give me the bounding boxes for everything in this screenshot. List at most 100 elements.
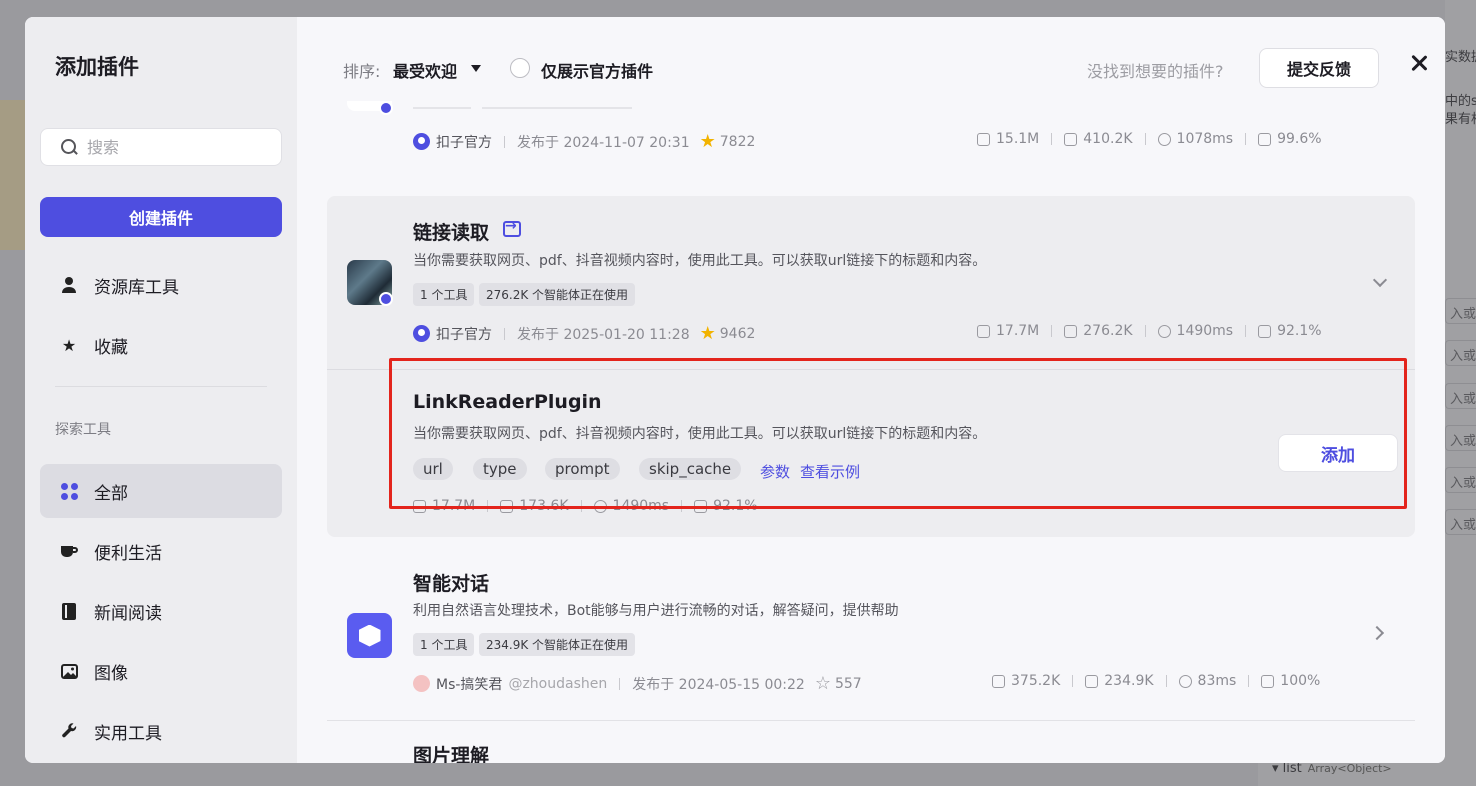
star-outline-icon[interactable]: ☆	[815, 673, 831, 694]
background-field-name: list	[1282, 761, 1302, 776]
caret-down-icon[interactable]	[471, 65, 481, 72]
plugin-stats: 375.2K 234.9K 83ms 100%	[992, 673, 1320, 689]
background-text: 实数据	[1445, 50, 1476, 65]
cube-icon	[358, 624, 381, 647]
plugin-tag: 1 个工具	[413, 283, 475, 306]
plugin-published: 发布于 2024-05-15 00:22	[632, 676, 805, 693]
stat-bots: 173.6K	[519, 498, 569, 514]
success-rate-icon	[1261, 674, 1275, 688]
sidebar-item-news-reading[interactable]: 新闻阅读	[40, 584, 282, 638]
clock-icon	[1157, 324, 1171, 338]
book-icon	[60, 602, 78, 620]
plugin-card[interactable]: 智能对话 利用自然语言处理技术，Bot能够与用户进行流畅的对话，解答疑问，提供帮…	[327, 553, 1415, 703]
sort-label: 排序:	[343, 62, 381, 81]
plugin-meta: Ms-搞笑君 @zhoudashen 发布于 2024-05-15 00:22 …	[413, 673, 862, 694]
sidebar-item-label: 实用工具	[94, 723, 162, 744]
sidebar-divider	[55, 386, 267, 387]
search-box[interactable]	[40, 128, 282, 166]
cube-icon	[977, 132, 990, 146]
plugin-stars: 557	[834, 675, 862, 692]
official-only-radio[interactable]	[510, 58, 530, 78]
modal-sidebar: 添加插件 创建插件 资源库工具 ★ 收藏 探索工具 全部 便利生活	[25, 17, 297, 763]
close-icon[interactable]	[1409, 53, 1429, 73]
sidebar-item-library-tools[interactable]: 资源库工具	[40, 258, 282, 312]
stat-calls: 15.1M	[996, 131, 1040, 147]
background-right-panel: 实数据 中的se 果有相 入或 入或 入或 入或 入或 入或	[1445, 0, 1476, 786]
stat-success: 100%	[1280, 673, 1321, 689]
success-rate-icon	[1258, 324, 1272, 338]
plugin-stars: 9462	[719, 325, 756, 342]
stat-success: 92.1%	[1277, 323, 1322, 339]
add-plugin-modal: 添加插件 创建插件 资源库工具 ★ 收藏 探索工具 全部 便利生活	[25, 17, 1445, 763]
stat-calls: 17.7M	[432, 498, 476, 514]
view-example-link[interactable]: 查看示例	[800, 461, 860, 482]
sidebar-item-utilities[interactable]: 实用工具	[40, 704, 282, 758]
not-found-text: 没找到想要的插件?	[1087, 62, 1224, 81]
sidebar-item-image[interactable]: 图像	[40, 644, 282, 698]
background-field-type: Array<Object>	[1307, 762, 1392, 775]
cube-icon	[413, 499, 426, 513]
create-plugin-button[interactable]: 创建插件	[40, 197, 282, 237]
star-icon: ★	[699, 131, 716, 152]
stat-calls: 375.2K	[1011, 673, 1061, 689]
sort-dropdown[interactable]: 最受欢迎	[393, 58, 457, 82]
official-badge-icon	[379, 101, 393, 115]
official-only-label[interactable]: 仅展示官方插件	[541, 58, 653, 82]
tag-edge	[413, 107, 471, 109]
add-tool-button[interactable]: 添加	[1278, 434, 1398, 472]
cup-icon	[60, 542, 78, 560]
plugin-avatar	[347, 613, 392, 658]
stat-latency: 83ms	[1197, 673, 1237, 689]
plugin-title[interactable]: 链接读取	[413, 218, 489, 245]
plugin-tag: 276.2K 个智能体正在使用	[479, 283, 636, 306]
plugin-card-expanded[interactable]: 链接读取 当你需要获取网页、pdf、抖音视频内容时，使用此工具。可以获取url链…	[327, 196, 1415, 537]
tag-edge	[482, 107, 632, 109]
bot-icon	[1064, 132, 1078, 146]
stat-bots: 276.2K	[1083, 323, 1133, 339]
sidebar-item-label: 新闻阅读	[94, 603, 162, 624]
tool-name: LinkReaderPlugin	[413, 391, 602, 413]
plugin-stats: 17.7M 276.2K 1490ms 92.1%	[977, 323, 1322, 339]
wrench-icon	[60, 722, 78, 740]
cube-icon	[977, 324, 990, 338]
params-link[interactable]: 参数	[760, 461, 790, 482]
sidebar-item-label: 图像	[94, 663, 128, 684]
sidebar-item-favorites[interactable]: ★ 收藏	[40, 318, 282, 372]
stat-success: 99.6%	[1277, 131, 1322, 147]
plugin-card[interactable]: 扣子官方 发布于 2024-11-07 20:31 ★ 7822 15.1M 4…	[327, 101, 1415, 179]
background-input: 入或	[1445, 425, 1476, 451]
tool-param: url	[413, 458, 453, 480]
submit-feedback-button[interactable]: 提交反馈	[1259, 48, 1379, 88]
plugin-title[interactable]: 智能对话	[413, 569, 489, 596]
stat-latency: 1078ms	[1176, 131, 1234, 147]
sidebar-item-all[interactable]: 全部	[40, 464, 282, 518]
search-input[interactable]	[87, 137, 257, 157]
sidebar-item-lifestyle[interactable]: 便利生活	[40, 524, 282, 578]
plugin-published: 发布于 2024-11-07 20:31	[517, 134, 690, 151]
list-divider	[327, 720, 1415, 721]
clock-icon	[1178, 674, 1192, 688]
plugin-meta: 扣子官方 发布于 2025-01-20 11:28 ★ 9462	[413, 323, 755, 344]
tool-param: prompt	[545, 458, 620, 480]
success-rate-icon	[694, 499, 708, 513]
tool-param: skip_cache	[639, 458, 742, 480]
plugin-tag: 234.9K 个智能体正在使用	[479, 633, 636, 656]
plugin-list[interactable]: 扣子官方 发布于 2024-11-07 20:31 ★ 7822 15.1M 4…	[297, 101, 1445, 763]
collapse-chevron-icon[interactable]	[1372, 272, 1388, 288]
stat-bots: 410.2K	[1083, 131, 1133, 147]
plugin-card[interactable]: 图片理解	[327, 729, 1415, 763]
plugin-title[interactable]: 图片理解	[413, 741, 489, 763]
image-icon	[60, 662, 78, 680]
plugin-description: 当你需要获取网页、pdf、抖音视频内容时，使用此工具。可以获取url链接下的标题…	[413, 253, 987, 269]
clock-icon	[593, 499, 607, 513]
card-divider	[327, 369, 1415, 370]
stat-bots: 234.9K	[1104, 673, 1154, 689]
plugin-org: 扣子官方	[436, 134, 492, 151]
background-text: 中的se	[1445, 94, 1476, 109]
chevron-right-icon[interactable]	[1369, 625, 1385, 641]
background-input: 入或	[1445, 509, 1476, 535]
open-external-icon[interactable]	[503, 218, 521, 237]
success-rate-icon	[1258, 132, 1272, 146]
background-input: 入或	[1445, 467, 1476, 493]
plugin-stars: 7822	[719, 133, 756, 150]
